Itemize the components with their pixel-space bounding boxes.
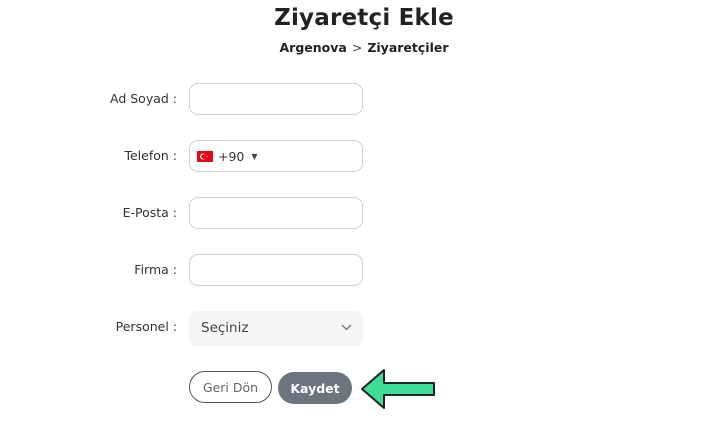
staff-label: Personel :: [115, 319, 177, 334]
breadcrumb-root[interactable]: Argenova: [280, 40, 347, 55]
page-title: Ziyaretçi Ekle: [274, 5, 454, 31]
email-input[interactable]: [189, 197, 363, 229]
company-row: Firma :: [0, 254, 724, 288]
save-button[interactable]: Kaydet: [278, 372, 352, 404]
phone-row: Telefon : +90 ▼: [0, 140, 724, 174]
caret-down-icon: ▼: [251, 151, 258, 161]
staff-select[interactable]: Seçiniz: [189, 311, 363, 346]
email-row: E-Posta :: [0, 197, 724, 231]
company-input[interactable]: [189, 254, 363, 286]
name-label: Ad Soyad :: [110, 91, 177, 106]
phone-input[interactable]: +90 ▼: [189, 140, 363, 172]
email-label: E-Posta :: [122, 205, 177, 220]
staff-row: Personel : Seçiniz: [0, 311, 724, 346]
breadcrumb-current: Ziyaretçiler: [367, 40, 449, 55]
staff-select-value: Seçiniz: [201, 320, 249, 336]
company-label: Firma :: [134, 262, 177, 277]
breadcrumb: Argenova > Ziyaretçiler: [0, 40, 724, 55]
chevron-down-icon: [341, 324, 352, 331]
country-selector[interactable]: +90 ▼: [197, 141, 258, 171]
country-code: +90: [218, 148, 245, 164]
turkey-flag-icon: [197, 150, 213, 162]
name-row: Ad Soyad :: [0, 83, 724, 117]
breadcrumb-separator: >: [351, 40, 363, 55]
phone-label: Telefon :: [124, 148, 177, 163]
left-arrow-icon: [361, 369, 435, 409]
back-button[interactable]: Geri Dön: [189, 371, 272, 403]
name-input[interactable]: [189, 83, 363, 115]
